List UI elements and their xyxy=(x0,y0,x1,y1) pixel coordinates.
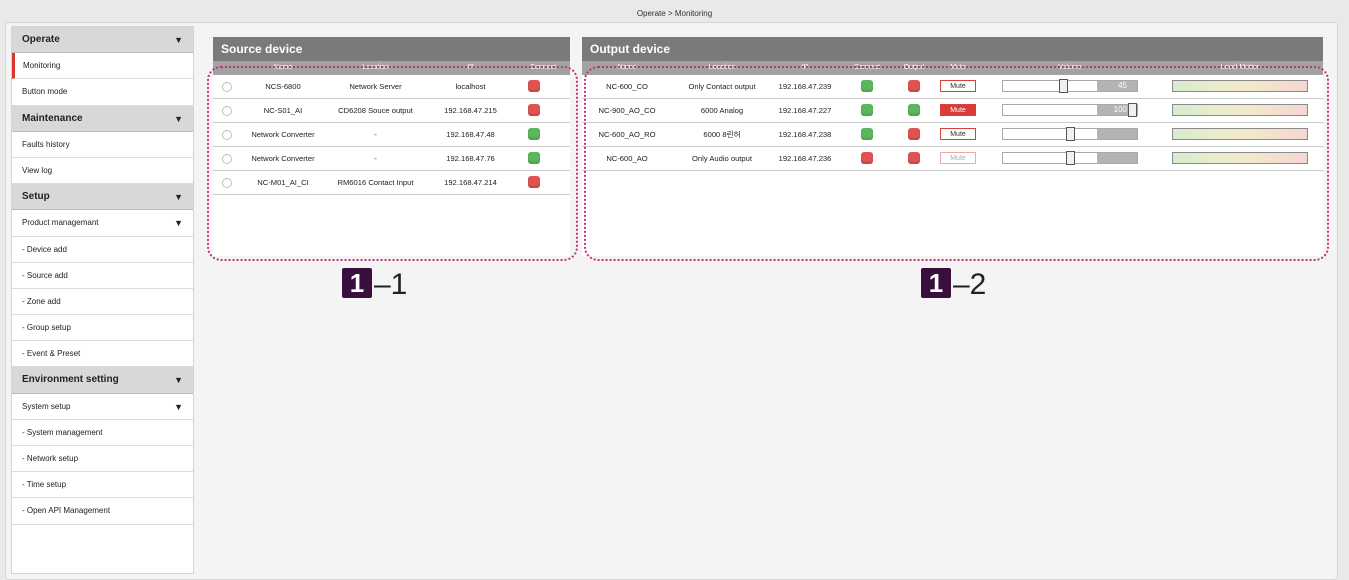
breadcrumb: Operate > Monitoring xyxy=(636,9,713,18)
chevron-down-icon[interactable]: ▼ xyxy=(174,27,183,53)
sidebar-item-label: Operate xyxy=(22,34,60,45)
sidebar-item-system-setup[interactable]: System setup ▼ xyxy=(12,393,193,420)
sidebar-item-product-managemant[interactable]: Product managemant ▼ xyxy=(12,210,193,237)
chevron-down-icon[interactable]: ▼ xyxy=(174,106,183,132)
sidebar-item-label: Product managemant xyxy=(22,218,99,228)
sidebar-item-view-log[interactable]: View log xyxy=(12,157,193,185)
sidebar-item-label: - Event & Preset xyxy=(22,349,81,359)
sidebar-item-label: - Zone add xyxy=(22,296,61,306)
sidebar-item-label: Setup xyxy=(22,191,50,203)
sidebar-item-label: - Network setup xyxy=(22,454,79,463)
sidebar-item-label: Button mode xyxy=(22,87,68,97)
sidebar-item-monitoring[interactable]: Monitoring xyxy=(12,53,193,80)
callout-outline-right xyxy=(584,66,1329,261)
sidebar-item-event-preset[interactable]: - Event & Preset xyxy=(12,341,193,368)
callout-suffix: –2 xyxy=(953,268,987,301)
sidebar-item-system-management[interactable]: - System management xyxy=(12,419,193,446)
sidebar-item-label: - Source add xyxy=(22,270,68,280)
sidebar-item-label: Monitoring xyxy=(23,61,61,71)
sidebar-item-network-setup[interactable]: - Network setup xyxy=(12,446,193,473)
callout-outline-left xyxy=(207,66,578,261)
sidebar-group-environment-setting[interactable]: Environment setting ▼ xyxy=(12,367,193,394)
sidebar-item-label: System setup xyxy=(22,401,71,411)
chevron-down-icon[interactable]: ▼ xyxy=(174,184,183,210)
chevron-down-icon[interactable]: ▼ xyxy=(174,367,183,393)
sidebar-item-label: Faults history xyxy=(22,139,70,149)
sidebar-item-label: - System management xyxy=(22,427,103,437)
sidebar-item-label: - Device add xyxy=(22,244,67,254)
sidebar-group-operate[interactable]: Operate ▼ xyxy=(12,27,193,54)
sidebar-item-source-add[interactable]: - Source add xyxy=(12,262,193,289)
sidebar-item-label: - Group setup xyxy=(22,323,71,333)
callout-badge: 1 xyxy=(342,268,372,298)
sidebar-item-device-add[interactable]: - Device add xyxy=(12,236,193,263)
sidebar-item-button-mode[interactable]: Button mode xyxy=(12,79,193,106)
sidebar-item-time-setup[interactable]: - Time setup xyxy=(12,472,193,499)
sidebar-item-faults-history[interactable]: Faults history xyxy=(12,131,193,158)
sidebar-item-label: View log xyxy=(22,165,53,175)
sidebar-item-label: - Open API Management xyxy=(22,506,111,516)
sidebar-group-maintenance[interactable]: Maintenance ▼ xyxy=(12,105,193,132)
sidebar-item-label: Environment setting xyxy=(22,374,119,386)
callout-label-left: 1 –1 xyxy=(342,268,407,302)
callout-label-right: 1 –2 xyxy=(921,268,986,302)
callout-suffix: –1 xyxy=(374,268,408,301)
callout-badge: 1 xyxy=(921,268,951,298)
panel-title: Source device xyxy=(213,37,570,61)
sidebar-item-label: Maintenance xyxy=(22,112,83,124)
sidebar-item-zone-add[interactable]: - Zone add xyxy=(12,288,193,316)
sidebar-item-open-api-management[interactable]: - Open API Management xyxy=(12,498,193,525)
panel-title: Output device xyxy=(582,37,1323,61)
chevron-down-icon[interactable]: ▼ xyxy=(174,394,183,420)
sidebar-item-label: - Time setup xyxy=(22,480,67,490)
sidebar-group-setup[interactable]: Setup ▼ xyxy=(12,184,193,211)
chevron-down-icon[interactable]: ▼ xyxy=(174,210,183,236)
sidebar: Operate ▼ Monitoring Button mode Maintenance… xyxy=(11,26,194,574)
sidebar-item-group-setup[interactable]: - Group setup xyxy=(12,315,193,342)
